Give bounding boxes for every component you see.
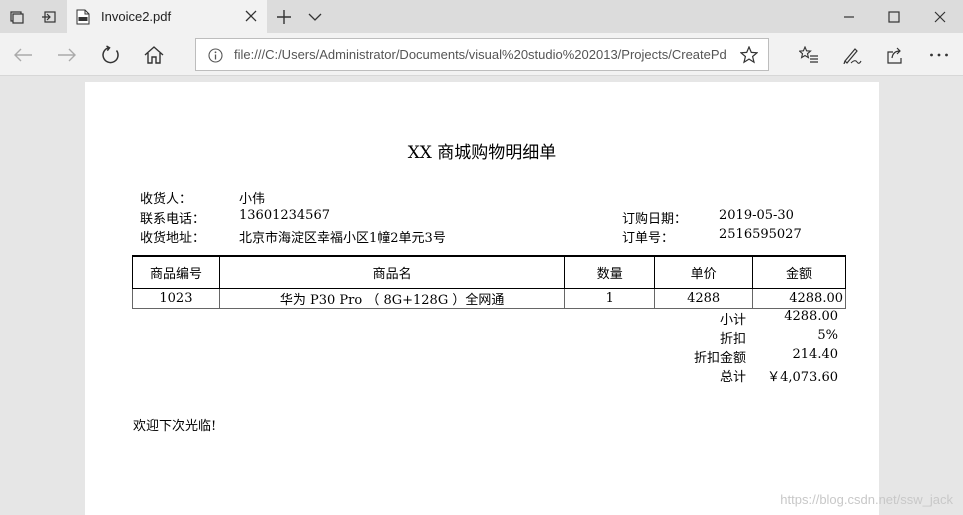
minimize-button[interactable] [826,0,871,33]
home-button[interactable] [138,39,170,71]
order-date-label: 订购日期： [622,212,688,227]
tab-manager-button[interactable] [1,0,33,33]
column-header: 数量 [564,255,656,289]
share-button[interactable] [879,39,911,71]
discount-amount-value: 214.40 [792,347,839,362]
address-label: 收货地址： [140,231,206,246]
pdf-page: XX 商城购物明细单 收货人： 小伟 联系电话： 13601234567 收货地… [85,82,879,515]
new-tab-button[interactable] [268,0,300,33]
order-no-label: 订单号： [622,231,675,246]
column-header: 金额 [752,255,846,289]
set-tabs-aside-button[interactable] [33,0,65,33]
total-value: ￥4,073.60 [767,370,838,385]
minimize-icon [843,15,854,18]
close-window-button[interactable] [917,0,962,33]
discount-label: 折扣 [719,332,746,347]
arrow-right-icon [58,48,76,62]
more-options-button[interactable] [923,39,955,71]
back-button[interactable] [7,39,39,71]
column-header: 单价 [654,255,754,289]
maximize-icon [887,10,900,23]
address-value: 北京市海淀区幸福小区1幢2单元3号 [239,231,446,246]
phone-value: 13601234567 [239,208,330,223]
recipient-value: 小伟 [239,192,266,207]
subtotal-value: 4288.00 [784,309,838,324]
item-price-cell: 4288 [654,288,754,309]
pdf-file-icon [76,9,90,24]
home-icon [144,46,164,64]
tab-preview-button[interactable] [299,0,331,33]
pen-icon [843,48,862,64]
tab-title: Invoice2.pdf [101,9,172,24]
total-label: 总计 [719,370,746,385]
item-qty-cell: 1 [564,288,656,309]
favorites-button[interactable] [793,39,825,71]
discount-amount-label: 折扣金额 [693,351,746,366]
watermark-text: https://blog.csdn.net/ssw_jack [780,492,953,507]
navigation-bar: file:///C:/Users/Administrator/Documents… [0,33,963,76]
farewell-text: 欢迎下次光临! [133,419,217,434]
notes-button[interactable] [836,39,868,71]
refresh-icon [102,45,119,64]
tab-manager-icon [10,10,24,24]
subtotal-label: 小计 [719,313,746,328]
table-row: 1023 华为 P30 Pro （ 8G+128G ）全网通 1 4288 42… [132,288,846,309]
more-dots-icon [930,53,948,57]
url-text[interactable]: file:///C:/Users/Administrator/Documents… [234,47,728,62]
order-no-value: 2516595027 [719,227,802,242]
set-aside-icon [42,10,56,23]
plus-icon [277,9,291,24]
item-name-cell: 华为 P30 Pro （ 8G+128G ）全网通 [218,288,566,309]
maximize-button[interactable] [871,0,916,33]
table-header-row: 商品编号 商品名 数量 单价 金额 [132,255,846,289]
chevron-down-icon [308,13,322,21]
address-bar[interactable]: file:///C:/Users/Administrator/Documents… [195,38,769,71]
item-code-cell: 1023 [132,288,220,309]
info-icon[interactable] [208,48,223,63]
favorites-list-icon [799,46,818,63]
column-header: 商品名 [218,255,566,289]
recipient-label: 收货人： [140,192,193,207]
arrow-left-icon [14,48,32,62]
discount-value: 5% [817,328,838,343]
tab-invoice2[interactable]: Invoice2.pdf [67,0,267,33]
refresh-button[interactable] [95,39,127,71]
favorite-star-icon[interactable] [740,46,758,64]
tab-bar: Invoice2.pdf [0,0,963,33]
pdf-viewer[interactable]: XX 商城购物明细单 收货人： 小伟 联系电话： 13601234567 收货地… [0,77,963,515]
close-icon [934,11,945,22]
invoice-title: XX 商城购物明细单 [407,143,557,163]
close-tab-icon[interactable] [245,10,257,22]
column-header: 商品编号 [132,255,220,289]
items-table: 商品编号 商品名 数量 单价 金额 1023 华为 P30 Pro （ 8G+1… [132,255,846,309]
forward-button[interactable] [51,39,83,71]
order-date-value: 2019-05-30 [719,208,794,223]
phone-label: 联系电话： [140,212,206,227]
share-icon [887,47,902,64]
item-amount-cell: 4288.00 [752,288,846,309]
